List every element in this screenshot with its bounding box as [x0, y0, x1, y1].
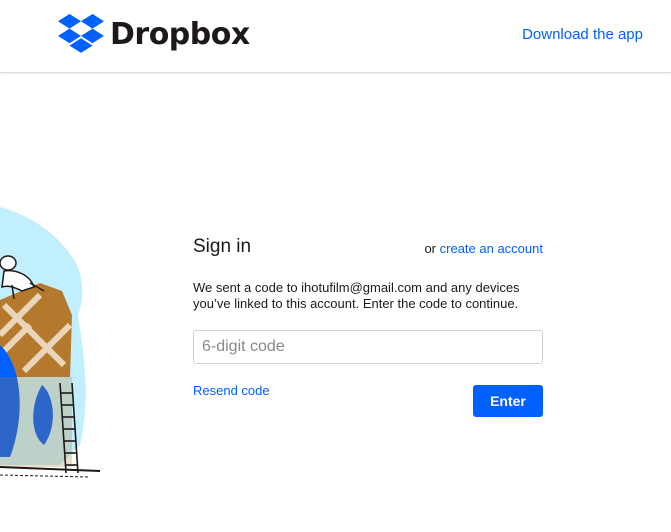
illustration	[0, 207, 101, 478]
create-account-link[interactable]: create an account	[440, 241, 543, 256]
create-account-wrap: or create an account	[424, 241, 543, 256]
brand-name: Dropbox	[110, 16, 250, 52]
dropbox-logo-icon	[58, 14, 104, 53]
or-text: or	[424, 241, 437, 256]
code-input[interactable]	[193, 330, 543, 364]
code-sent-message: We sent a code to ihotufilm@gmail.com an…	[193, 280, 520, 311]
dropbox-logo[interactable]: Dropbox	[58, 14, 250, 54]
enter-button[interactable]: Enter	[473, 385, 543, 417]
header: Dropbox Download the app	[0, 0, 671, 73]
download-app-link[interactable]: Download the app	[522, 26, 643, 43]
resend-code-link[interactable]: Resend code	[193, 383, 270, 398]
signin-title: Sign in	[193, 236, 252, 257]
